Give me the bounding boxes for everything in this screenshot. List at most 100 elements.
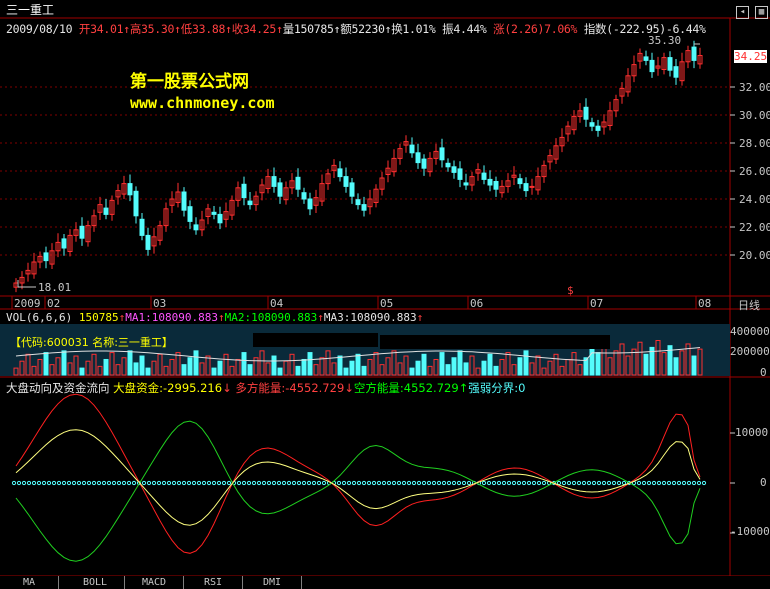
divide-marker (81, 480, 87, 486)
volume-bar (241, 352, 247, 376)
date-tick: 02 (47, 297, 61, 310)
price-tick: 24.00 (739, 193, 770, 206)
candle-body (523, 183, 529, 192)
divide-marker (106, 480, 112, 486)
divide-marker (516, 480, 522, 486)
date-tick: 08 (698, 297, 712, 310)
divide-marker (216, 480, 222, 486)
divide-marker (71, 480, 77, 486)
divide-marker (436, 480, 442, 486)
divide-marker (361, 480, 367, 486)
divide-marker (666, 480, 672, 486)
candle-body (463, 182, 469, 186)
tab-dmi[interactable]: DMI (243, 576, 302, 589)
divide-marker (486, 480, 492, 486)
redaction-box (380, 335, 610, 349)
divide-marker (171, 480, 177, 486)
divide-marker (611, 480, 617, 486)
short-energy-line (15, 420, 701, 562)
price-tick: 32.00 (739, 81, 770, 94)
candle-body (193, 224, 199, 231)
divide-marker (86, 480, 92, 486)
divide-marker (211, 480, 217, 486)
low-label: 18.01 (38, 281, 72, 294)
volume-bar (673, 357, 679, 376)
divide-marker (111, 480, 117, 486)
divide-marker (91, 480, 97, 486)
volume-bar (343, 367, 349, 376)
divide-marker (646, 480, 652, 486)
divide-marker (566, 480, 572, 486)
divide-marker (561, 480, 567, 486)
candle-body (493, 181, 499, 190)
prev-icon[interactable]: ◂ (736, 6, 749, 19)
volume-bar (445, 364, 451, 376)
divide-marker (276, 480, 282, 486)
stock-name: 三一重工 (6, 3, 55, 17)
volume-bar (127, 350, 133, 376)
divide-marker (616, 480, 622, 486)
date-tick: 04 (270, 297, 284, 310)
candle-body (307, 198, 313, 210)
divide-marker (531, 480, 537, 486)
divide-marker (251, 480, 257, 486)
divide-marker (401, 480, 407, 486)
volume-bar (409, 367, 415, 376)
candle-body (103, 207, 109, 215)
divide-marker (126, 480, 132, 486)
volume-bar (145, 367, 151, 376)
divide-marker (386, 480, 392, 486)
candle-body (589, 122, 595, 127)
date-tick: 06 (470, 297, 484, 310)
tab-boll[interactable]: BOLL (66, 576, 125, 589)
candle-body (295, 176, 301, 190)
candle-body (277, 182, 283, 197)
candle-body (181, 191, 187, 211)
divide-marker (426, 480, 432, 486)
volume-bar (457, 350, 463, 376)
volume-bar (487, 353, 493, 376)
flow-tick: 10000 (735, 426, 769, 439)
price-tick: 22.00 (739, 221, 770, 234)
volume-bar (415, 360, 421, 376)
quote-index: 指数(-222.95)-6.44% (583, 22, 706, 36)
quote-close: 收34.25 (231, 22, 277, 36)
long-energy-line (15, 393, 701, 554)
candle-body (247, 200, 253, 206)
divide-marker (101, 480, 107, 486)
candle-body (79, 225, 85, 239)
volume-bar (103, 358, 109, 376)
divide-marker (606, 480, 612, 486)
tab-macd[interactable]: MACD (125, 576, 184, 589)
divide-marker (21, 480, 27, 486)
divide-marker (456, 480, 462, 486)
tab-ma[interactable]: MA (0, 576, 59, 589)
period-label[interactable]: 日线 (738, 297, 760, 313)
divide-marker (311, 480, 317, 486)
divide-marker (586, 480, 592, 486)
watermark-url: www.chnmoney.com (130, 94, 275, 112)
divide-marker (176, 480, 182, 486)
grid-icon[interactable]: ▦ (755, 6, 768, 19)
divide-marker (146, 480, 152, 486)
volume-header: VOL(6,6,6) 150785↑MA1:108090.883↑MA2:108… (6, 311, 424, 324)
divide-marker (406, 480, 412, 486)
divide-marker (496, 480, 502, 486)
tab-rsi[interactable]: RSI (184, 576, 243, 589)
candle-body (61, 238, 67, 249)
volume-bar (301, 358, 307, 376)
divide-marker (671, 480, 677, 486)
divide-marker (651, 480, 657, 486)
divide-marker (446, 480, 452, 486)
divide-marker (501, 480, 507, 486)
volume-tick: 0 (760, 366, 767, 379)
quote-high: 高35.30 (129, 22, 175, 36)
volume-bar (295, 365, 301, 376)
date-tick: 07 (590, 297, 604, 310)
volume-bar (61, 350, 67, 376)
volume-bar (217, 360, 223, 376)
current-price-tag: 34.25 (734, 50, 768, 63)
candle-body (211, 211, 217, 215)
candle-body (445, 162, 451, 168)
divide-marker (141, 480, 147, 486)
